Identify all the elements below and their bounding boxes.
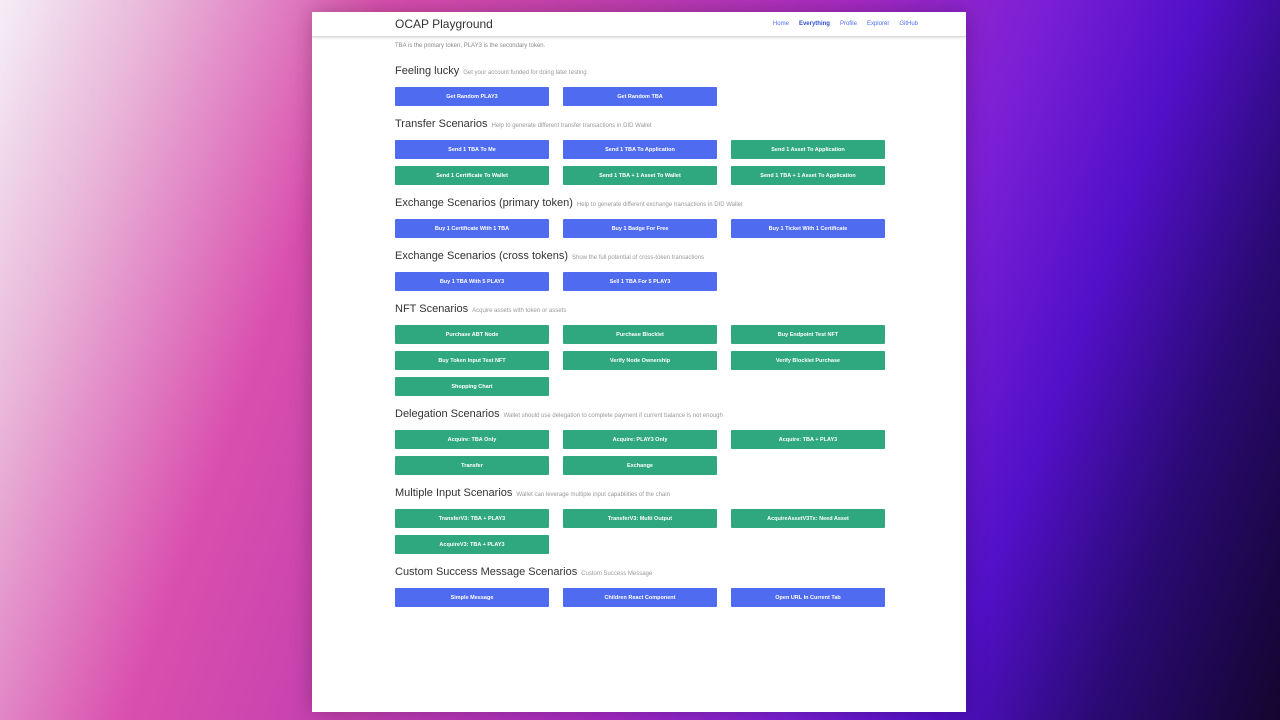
brand-title[interactable]: OCAP Playground [395,17,493,31]
main-content: TBA is the primary token, PLAY3 is the s… [312,43,966,607]
button-grid: TransferV3: TBA + PLAY3 TransferV3: Multi… [395,509,966,554]
section-header: NFT Scenarios Acquire assets with token o… [395,303,966,325]
section-title: Transfer Scenarios [395,118,488,130]
button-grid: Buy 1 TBA With 5 PLAY3 Sell 1 TBA For 5 P… [395,272,966,291]
section-title: Custom Success Message Scenarios [395,566,578,578]
scenario-button[interactable]: Buy 1 TBA With 5 PLAY3 [395,272,549,291]
scenario-section: Exchange Scenarios (primary token) Help t… [395,197,966,238]
section-header: Delegation Scenarios Wallet should use de… [395,408,966,430]
scenario-button[interactable]: Acquire: TBA + PLAY3 [731,430,885,449]
button-grid: Get Random PLAY3 Get Random TBA [395,87,966,106]
section-title: NFT Scenarios [395,303,469,315]
nav-link-profile[interactable]: Profile [840,21,857,27]
section-title: Delegation Scenarios [395,408,500,420]
button-grid: Simple Message Children React Component Op… [395,588,966,607]
button-grid: Buy 1 Certificate With 1 TBA Buy 1 Badge … [395,219,966,238]
section-subtitle: Wallet should use delegation to complete… [503,413,723,419]
scenario-button[interactable]: Buy 1 Ticket With 1 Certificate [731,219,885,238]
scenario-button[interactable]: Buy 1 Badge For Free [563,219,717,238]
scenario-button[interactable]: TransferV3: Multi Output [563,509,717,528]
scenario-button[interactable]: Send 1 TBA To Me [395,140,549,159]
section-subtitle: Help to generate different transfer tran… [491,123,652,129]
button-grid: Send 1 TBA To Me Send 1 TBA To Applicatio… [395,140,966,185]
scenario-button[interactable]: Acquire: PLAY3 Only [563,430,717,449]
section-title: Exchange Scenarios (primary token) [395,197,573,209]
scenario-button[interactable]: Get Random TBA [563,87,717,106]
section-subtitle: Get your account funded for doing later … [463,70,587,76]
button-grid: Purchase ABT Node Purchase Blocklet Buy En… [395,325,966,396]
nav-link-home[interactable]: Home [773,21,789,27]
scenario-section: Delegation Scenarios Wallet should use de… [395,408,966,475]
scenario-button[interactable]: Send 1 Asset To Application [731,140,885,159]
scenario-button[interactable]: AcquireV3: TBA + PLAY3 [395,535,549,554]
scenario-button[interactable]: Send 1 Certificate To Wallet [395,166,549,185]
scenario-button[interactable]: Verify Blocklet Purchase [731,351,885,370]
section-header: Feeling lucky Get your account funded for… [395,65,966,87]
section-header: Exchange Scenarios (cross tokens) Show th… [395,250,966,272]
section-subtitle: Help to generate different exchange tran… [576,202,743,208]
scenario-button[interactable]: Children React Component [563,588,717,607]
section-header: Transfer Scenarios Help to generate diffe… [395,118,966,140]
scenario-button[interactable]: Simple Message [395,588,549,607]
scenario-button[interactable]: Purchase ABT Node [395,325,549,344]
scenario-section: Transfer Scenarios Help to generate diffe… [395,118,966,185]
top-nav-bar: OCAP Playground Home Everything Profile … [312,12,966,37]
section-subtitle: Custom Success Message [581,571,653,577]
scenario-button[interactable]: Get Random PLAY3 [395,87,549,106]
scenario-section: Exchange Scenarios (cross tokens) Show th… [395,250,966,291]
section-subtitle: Acquire assets with token or assets [472,308,567,314]
scenario-button[interactable]: Shopping Chart [395,377,549,396]
section-header: Custom Success Message Scenarios Custom S… [395,566,966,588]
nav-link-explorer[interactable]: Explorer [867,21,889,27]
section-subtitle: Show the full potential of cross-token t… [572,255,705,261]
scenario-button[interactable]: Sell 1 TBA For 5 PLAY3 [563,272,717,291]
section-subtitle: Wallet can leverage multiple input capab… [516,492,670,498]
section-title: Feeling lucky [395,65,460,77]
scenario-button[interactable]: Buy Token Input Test NFT [395,351,549,370]
nav-link-github[interactable]: GitHub [899,21,918,27]
scenario-button[interactable]: Buy Endpoint Test NFT [731,325,885,344]
scenario-button[interactable]: Send 1 TBA + 1 Asset To Wallet [563,166,717,185]
nav-links: Home Everything Profile Explorer GitHub [773,21,918,27]
scenario-button[interactable]: Verify Node Ownership [563,351,717,370]
scenario-section: Custom Success Message Scenarios Custom S… [395,566,966,607]
scenario-button[interactable]: Buy 1 Certificate With 1 TBA [395,219,549,238]
token-note: TBA is the primary token, PLAY3 is the s… [395,43,546,49]
scenario-button[interactable]: AcquireAssetV3Tx: Need Asset [731,509,885,528]
section-title: Multiple Input Scenarios [395,487,513,499]
scenario-button[interactable]: Exchange [563,456,717,475]
scenario-button[interactable]: Transfer [395,456,549,475]
scenario-section: Multiple Input Scenarios Wallet can lever… [395,487,966,554]
nav-link-everything[interactable]: Everything [799,21,830,27]
section-title: Exchange Scenarios (cross tokens) [395,250,569,262]
scenario-button[interactable]: TransferV3: TBA + PLAY3 [395,509,549,528]
scenario-section: NFT Scenarios Acquire assets with token o… [395,303,966,396]
scenario-button[interactable]: Open URL In Current Tab [731,588,885,607]
scenario-section: Feeling lucky Get your account funded for… [395,65,966,106]
scenario-button[interactable]: Purchase Blocklet [563,325,717,344]
section-header: Exchange Scenarios (primary token) Help t… [395,197,966,219]
button-grid: Acquire: TBA Only Acquire: PLAY3 Only Acqu… [395,430,966,475]
scenario-button[interactable]: Send 1 TBA + 1 Asset To Application [731,166,885,185]
scenario-button[interactable]: Send 1 TBA To Application [563,140,717,159]
section-header: Multiple Input Scenarios Wallet can lever… [395,487,966,509]
browser-window: OCAP Playground Home Everything Profile … [312,12,966,712]
scenario-button[interactable]: Acquire: TBA Only [395,430,549,449]
